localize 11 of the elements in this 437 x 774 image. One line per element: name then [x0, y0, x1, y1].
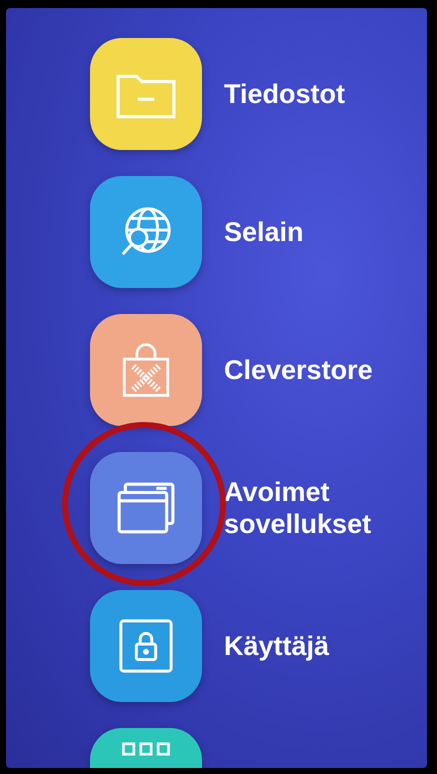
- app-tile[interactable]: [90, 176, 202, 288]
- app-label: Selain: [224, 216, 304, 248]
- app-tile[interactable]: [90, 452, 202, 564]
- app-label: Cleverstore: [224, 354, 373, 386]
- app-label: Avoimet sovellukset: [224, 476, 372, 540]
- app-tile[interactable]: [90, 590, 202, 702]
- app-tile[interactable]: [90, 38, 202, 150]
- app-tile[interactable]: [90, 314, 202, 426]
- app-label: Käyttäjä: [224, 630, 330, 662]
- app-label: Tiedostot: [224, 78, 345, 110]
- grid-icon: [120, 740, 172, 758]
